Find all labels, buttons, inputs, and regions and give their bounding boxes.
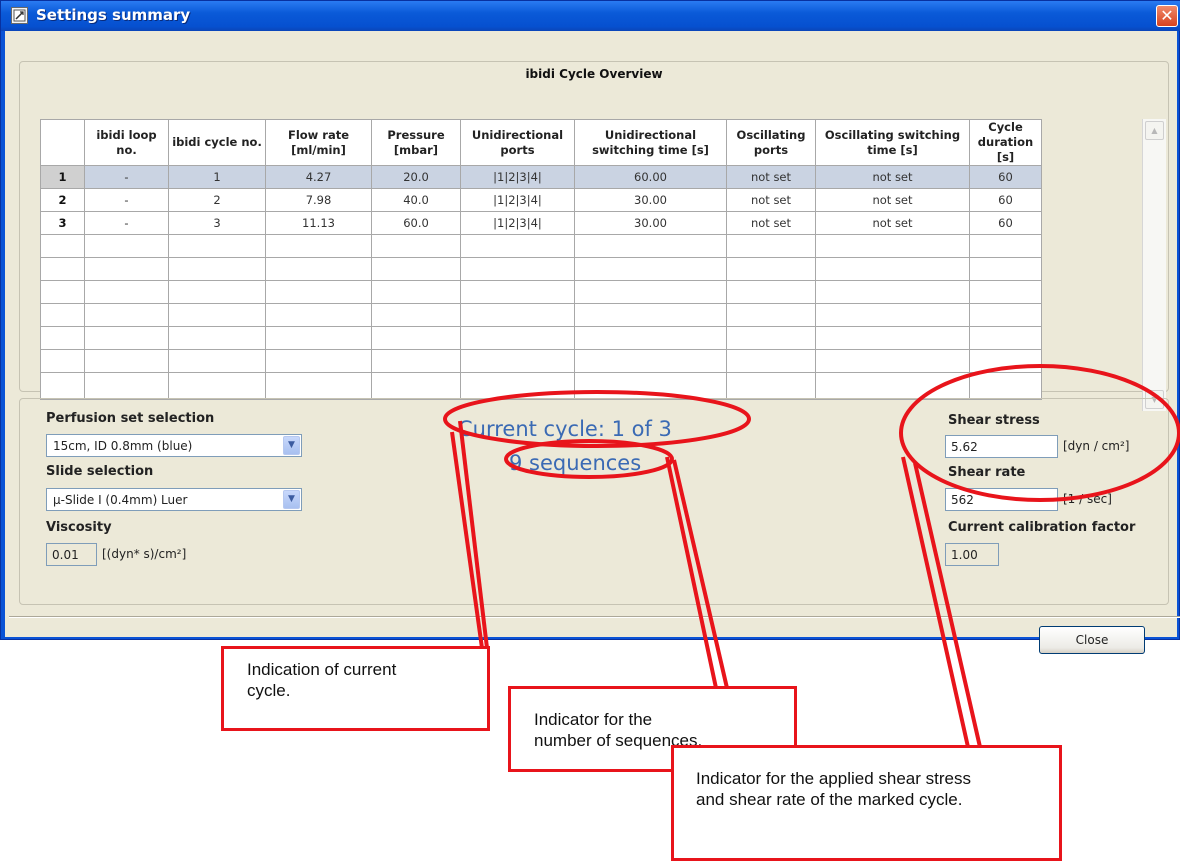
annotation-current-cycle-line-1: Indication of current	[247, 660, 397, 679]
annotation-shear-line-1: Indicator for the applied shear stress	[696, 769, 971, 788]
annotation-current-cycle-line-2: cycle.	[247, 681, 291, 700]
annotation-current-cycle: Indication of current cycle.	[221, 646, 490, 731]
current-cycle-callout-line	[458, 420, 489, 649]
annotation-shear-line-2: and shear rate of the marked cycle.	[696, 790, 963, 809]
shear-values-highlight-ellipse	[899, 364, 1180, 502]
shear-callout-line	[901, 456, 970, 748]
shear-callout-line-inner	[913, 462, 982, 748]
annotation-shear: Indicator for the applied shear stress a…	[671, 745, 1062, 861]
current-cycle-highlight-ellipse	[443, 390, 751, 448]
sequences-callout-line-inner	[672, 459, 729, 689]
sequences-callout-line	[665, 456, 718, 689]
annotation-sequences-line-1: Indicator for the	[534, 710, 653, 729]
